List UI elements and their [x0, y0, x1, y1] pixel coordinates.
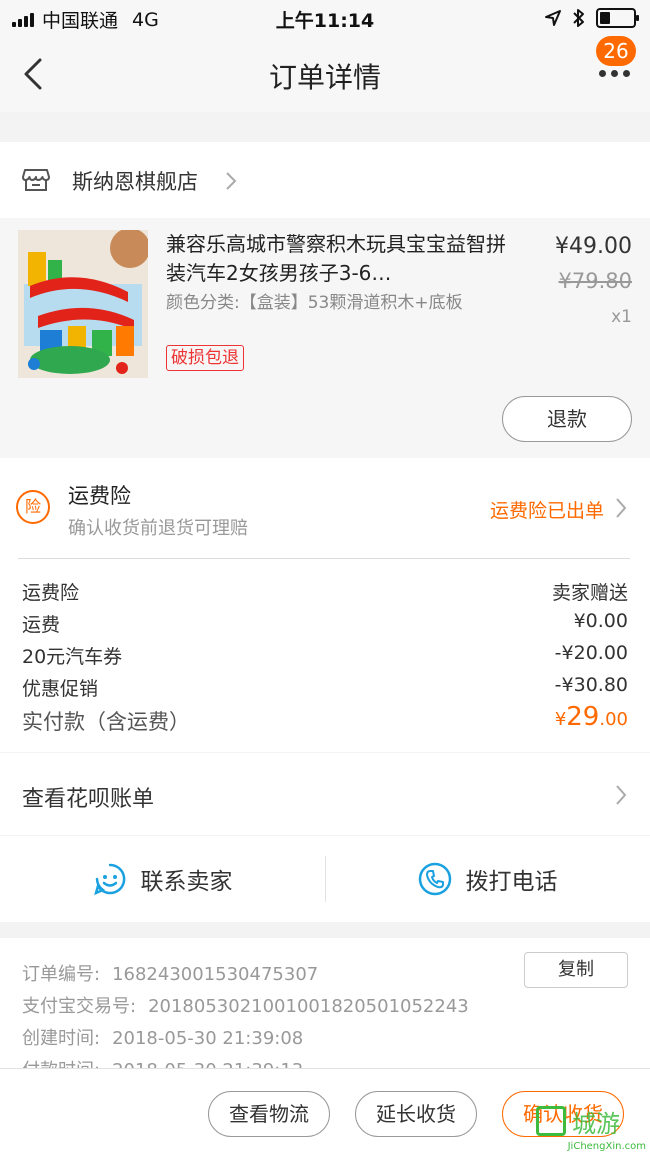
trade-number-row: 支付宝交易号: 2018053021001001820501052243: [22, 992, 469, 1018]
fee-value: 卖家赠送: [551, 582, 628, 604]
insurance-title: 运费险: [68, 484, 131, 508]
total-amount: ¥29.00: [555, 702, 628, 732]
total-integer: 29: [566, 702, 600, 732]
product-card[interactable]: 兼容乐高城市警察积木玩具宝宝益智拼装汽车2女孩男孩子3-6… 颜色分类:【盒装】…: [0, 218, 650, 458]
fee-section: 险 运费险 确认收货前退货可理赔 运费险已出单 运费险 卖家赠送 运费 ¥0.0…: [0, 458, 650, 752]
location-arrow-icon: [545, 10, 561, 26]
store-name: 斯纳恩棋舰店: [72, 170, 198, 194]
fee-row: 运费险 卖家赠送: [22, 578, 628, 608]
store-icon: [22, 169, 50, 191]
product-price: ¥49.00: [555, 234, 632, 259]
info-value: 2018-05-30 21:39:08: [112, 1028, 304, 1049]
fee-value: ¥0.00: [573, 610, 628, 632]
fee-label: 运费: [22, 614, 61, 636]
info-key: 订单编号:: [22, 964, 101, 985]
status-right: [544, 8, 639, 28]
contact-seller-label: 联系卖家: [140, 869, 233, 895]
fee-label: 运费险: [22, 582, 80, 604]
product-image[interactable]: [18, 230, 148, 378]
bluetooth-icon: [573, 9, 584, 27]
fee-row: 运费 ¥0.00: [22, 610, 628, 640]
view-logistics-button[interactable]: 查看物流: [208, 1091, 330, 1137]
battery-level: [600, 12, 610, 24]
total-label: 实付款（含运费）: [22, 710, 190, 734]
info-value: 2018053021001001820501052243: [148, 996, 469, 1017]
store-row[interactable]: 斯纳恩棋舰店: [0, 142, 650, 218]
page-title: 订单详情: [268, 61, 381, 94]
fee-value: -¥20.00: [554, 642, 628, 664]
chevron-right-icon: [226, 172, 237, 190]
order-number-row: 订单编号: 168243001530475307: [22, 960, 318, 986]
chat-smile-icon: [93, 863, 125, 896]
chevron-right-icon[interactable]: [614, 496, 628, 520]
divider: [18, 558, 630, 559]
insurance-icon: 险: [16, 490, 50, 524]
fee-label: 20元汽车券: [22, 646, 123, 668]
fee-value: -¥30.80: [554, 674, 628, 696]
nav-bar: 订单详情 26: [0, 36, 650, 112]
call-phone-label: 拨打电话: [465, 869, 558, 895]
info-key: 创建时间:: [22, 1028, 101, 1049]
total-currency: ¥: [554, 709, 567, 730]
info-key: 支付宝交易号:: [22, 996, 137, 1017]
contact-seller-button[interactable]: 联系卖家: [0, 836, 325, 922]
huabei-label: 查看花呗账单: [22, 787, 155, 812]
guarantee-tag: 破损包退: [166, 345, 244, 371]
watermark-text: 城游: [572, 1110, 620, 1138]
phone-icon: [418, 862, 451, 896]
more-icon[interactable]: [599, 70, 630, 77]
watermark-mark: [536, 1106, 566, 1136]
chevron-right-icon: [616, 785, 627, 805]
info-value: 168243001530475307: [112, 964, 319, 985]
insurance-status[interactable]: 运费险已出单: [490, 496, 604, 523]
watermark-url: JiChengXin.com: [567, 1141, 646, 1152]
message-badge: 26: [596, 36, 636, 66]
extend-receipt-button[interactable]: 延长收货: [355, 1091, 477, 1137]
call-phone-button[interactable]: 拨打电话: [325, 836, 650, 922]
battery-icon: [596, 8, 639, 28]
fee-label: 优惠促销: [22, 678, 99, 700]
fee-row: 优惠促销 -¥30.80: [22, 674, 628, 704]
bottom-action-bar: 查看物流 延长收货 确认收货 城游 JiChengXin.com: [0, 1068, 650, 1156]
total-decimal: .00: [599, 709, 628, 730]
fee-row: 20元汽车券 -¥20.00: [22, 642, 628, 672]
refund-button[interactable]: 退款: [502, 396, 632, 442]
contact-bar: 联系卖家 拨打电话: [0, 836, 650, 922]
status-bar: 中国联通 4G 上午11:14: [0, 0, 650, 36]
product-title[interactable]: 兼容乐高城市警察积木玩具宝宝益智拼装汽车2女孩男孩子3-6…: [166, 230, 506, 288]
product-original-price: ¥79.80: [558, 269, 632, 293]
watermark-logo: 城游 JiChengXin.com: [536, 1102, 648, 1154]
product-quantity: x1: [611, 307, 632, 327]
insurance-subtitle: 确认收货前退货可理赔: [68, 518, 248, 539]
huabei-row[interactable]: 查看花呗账单: [0, 753, 650, 835]
order-info: 订单编号: 168243001530475307 复制 支付宝交易号: 201805…: [0, 938, 650, 1078]
copy-button[interactable]: 复制: [524, 952, 628, 988]
created-time-row: 创建时间: 2018-05-30 21:39:08: [22, 1024, 303, 1050]
product-sku: 颜色分类:【盒装】53颗滑道积木+底板: [166, 293, 463, 313]
